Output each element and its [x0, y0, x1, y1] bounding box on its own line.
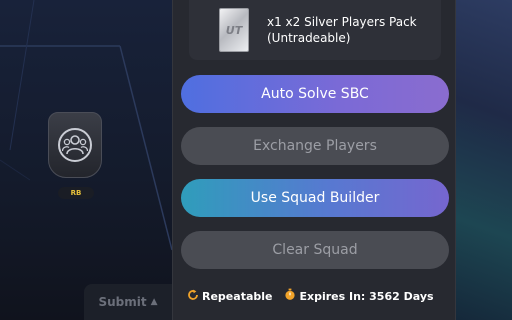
player-placeholder-icon	[58, 128, 92, 162]
sbc-panel: UT x1 x2 Silver Players Pack (Untradeabl…	[172, 0, 456, 320]
auto-solve-button[interactable]: Auto Solve SBC	[181, 75, 449, 113]
submit-button[interactable]: Submit ▲	[84, 284, 172, 320]
stopwatch-icon	[284, 288, 296, 304]
reward-card: UT x1 x2 Silver Players Pack (Untradeabl…	[189, 0, 441, 60]
squad-pitch: RB Submit ▲	[0, 0, 172, 320]
silver-pack-icon: UT	[219, 8, 249, 52]
squad-builder-button[interactable]: Use Squad Builder	[181, 179, 449, 217]
reward-title: x1 x2 Silver Players Pack (Untradeable)	[267, 15, 417, 45]
expires-label: Expires In: 3562 Days	[299, 289, 434, 303]
clear-squad-button[interactable]: Clear Squad	[181, 231, 449, 269]
submit-label: Submit	[98, 295, 147, 309]
exchange-players-button[interactable]: Exchange Players	[181, 127, 449, 165]
player-card-rb[interactable]	[48, 112, 102, 178]
repeat-icon	[187, 289, 199, 304]
repeatable-label: Repeatable	[202, 289, 273, 303]
background-right	[456, 0, 512, 320]
triangle-up-icon: ▲	[150, 297, 158, 307]
sbc-footer: Repeatable Expires In: 3562 Days	[187, 288, 434, 304]
pack-logo: UT	[225, 23, 243, 37]
position-badge: RB	[58, 187, 94, 199]
